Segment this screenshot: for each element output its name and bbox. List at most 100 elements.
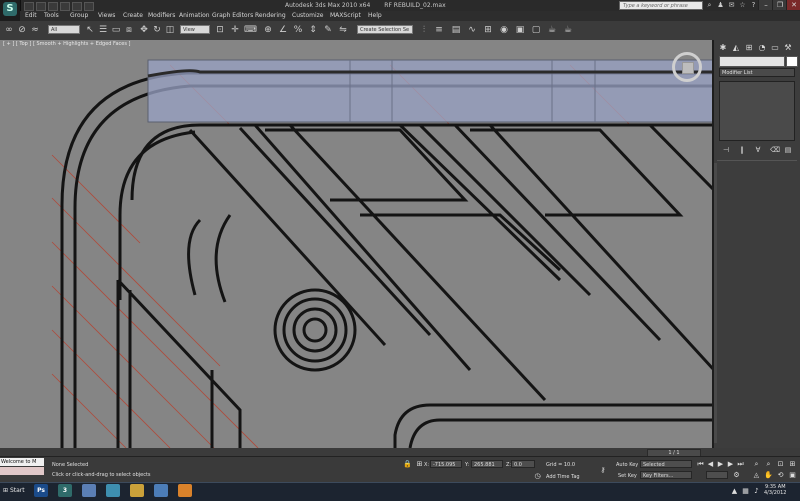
create-tab-icon[interactable]: ✱ xyxy=(718,43,728,53)
select-rotate-icon[interactable]: ↻ xyxy=(151,24,163,36)
key-filters-button[interactable]: Key Filters... xyxy=(640,471,692,479)
menu-edit[interactable]: Edit xyxy=(25,12,37,19)
close-button[interactable]: ✕ xyxy=(786,0,800,10)
add-time-tag[interactable]: Add Time Tag xyxy=(546,474,580,480)
network-icon[interactable]: ▦ xyxy=(741,487,750,495)
key-mode-dropdown[interactable]: Selected xyxy=(640,460,692,468)
zoom-extents-all-icon[interactable]: ⊞ xyxy=(788,460,797,468)
viewcube-icon[interactable] xyxy=(672,52,702,82)
select-move-icon[interactable]: ✥ xyxy=(138,24,150,36)
select-by-name-icon[interactable]: ☰ xyxy=(97,24,109,36)
mail-icon[interactable] xyxy=(154,484,168,497)
menu-views[interactable]: Views xyxy=(98,12,115,19)
menu-modifiers[interactable]: Modifiers xyxy=(148,12,175,19)
rectangular-selection-icon[interactable]: ▭ xyxy=(110,24,122,36)
reference-coord-dropdown[interactable]: View xyxy=(180,25,210,34)
window-crossing-icon[interactable]: ⧈ xyxy=(123,24,135,36)
zoom-icon[interactable]: ⌕ xyxy=(752,460,761,468)
menu-rendering[interactable]: Rendering xyxy=(255,12,286,19)
transform-type-in-icon[interactable]: ⊞ xyxy=(415,460,424,468)
play-icon[interactable]: ▶ xyxy=(716,460,725,468)
modifier-stack[interactable] xyxy=(719,81,795,141)
menu-customize[interactable]: Customize xyxy=(292,12,324,19)
viewport-label[interactable]: [ + ] [ Top ] [ Smooth + Highlights + Ed… xyxy=(3,41,131,47)
pin-stack-icon[interactable]: ⊣ xyxy=(722,146,730,154)
redo-icon[interactable] xyxy=(72,2,82,11)
pivot-center-icon[interactable]: ⊡ xyxy=(214,24,226,36)
utilities-tab-icon[interactable]: ⚒ xyxy=(783,43,793,53)
open-file-icon[interactable] xyxy=(36,2,46,11)
orbit-icon[interactable]: ⟲ xyxy=(776,471,785,479)
edit-named-selection-icon[interactable]: ✎ xyxy=(322,24,334,36)
menu-help[interactable]: Help xyxy=(368,12,382,19)
object-name-field[interactable] xyxy=(719,56,785,67)
modify-tab-icon[interactable]: ◭ xyxy=(731,43,741,53)
menu-graph-editors[interactable]: Graph Editors xyxy=(212,12,253,19)
zoom-all-icon[interactable]: ⌕ xyxy=(764,460,773,468)
snaps-toggle-icon[interactable]: ⊕ xyxy=(262,24,274,36)
start-button[interactable]: ⊞ Start xyxy=(0,483,30,499)
field-of-view-icon[interactable]: ◬ xyxy=(752,471,761,479)
time-tag-icon[interactable]: ◷ xyxy=(533,472,542,480)
new-file-icon[interactable] xyxy=(24,2,34,11)
undo-icon[interactable] xyxy=(60,2,70,11)
selection-filter-dropdown[interactable]: All xyxy=(48,25,80,34)
menu-create[interactable]: Create xyxy=(123,12,143,19)
3ds-max-icon[interactable]: 3 xyxy=(58,484,72,497)
remove-modifier-icon[interactable]: ⌫ xyxy=(770,146,780,154)
show-end-result-icon[interactable]: ‖ xyxy=(738,146,746,154)
align-icon[interactable]: ⫶ xyxy=(418,24,430,36)
link-icon[interactable]: ∞ xyxy=(3,24,15,36)
make-unique-icon[interactable]: ∀ xyxy=(754,146,762,154)
project-folder-icon[interactable] xyxy=(84,2,94,11)
panel-scrollbar[interactable] xyxy=(714,163,717,443)
motion-tab-icon[interactable]: ◔ xyxy=(757,43,767,53)
curve-editor-icon[interactable]: ∿ xyxy=(466,24,478,36)
maximize-viewport-icon[interactable]: ▣ xyxy=(788,471,797,479)
folder-icon[interactable] xyxy=(130,484,144,497)
auto-key-button[interactable]: Auto Key xyxy=(616,462,638,468)
schematic-view-icon[interactable]: ⊞ xyxy=(482,24,494,36)
photoshop-icon[interactable]: Ps xyxy=(34,484,48,497)
tray-up-arrow-icon[interactable]: ▲ xyxy=(730,487,739,495)
maxscript-listener[interactable]: Welcome to M xyxy=(0,458,44,466)
viewport-top[interactable]: [ + ] [ Top ] [ Smooth + Highlights + Ed… xyxy=(0,40,714,448)
y-coordinate-field[interactable]: 265.881 xyxy=(471,460,503,468)
system-clock[interactable]: 9:35 AM 4/3/2012 xyxy=(764,484,786,496)
previous-frame-icon[interactable]: ◀ xyxy=(706,460,715,468)
time-configuration-icon[interactable]: ⚙ xyxy=(732,471,741,479)
object-color-swatch[interactable] xyxy=(786,56,798,67)
modifier-list-dropdown[interactable]: Modifier List xyxy=(719,68,795,77)
pan-icon[interactable]: ✋ xyxy=(764,471,773,479)
search-icon[interactable]: ⌕ xyxy=(705,1,714,10)
volume-icon[interactable]: ♪ xyxy=(752,487,761,495)
render-setup-icon[interactable]: ▣ xyxy=(514,24,526,36)
current-frame-field[interactable] xyxy=(706,471,728,479)
key-icon[interactable]: ⚷ xyxy=(597,466,609,474)
percent-snap-icon[interactable]: % xyxy=(292,24,304,36)
hierarchy-tab-icon[interactable]: ⊞ xyxy=(744,43,754,53)
save-file-icon[interactable] xyxy=(48,2,58,11)
media-player-icon[interactable] xyxy=(106,484,120,497)
material-editor-icon[interactable]: ◉ xyxy=(498,24,510,36)
named-selection-dropdown[interactable]: Create Selection Se xyxy=(357,25,413,34)
render-activeshade-icon[interactable]: ☕ xyxy=(562,24,574,36)
keyboard-shortcut-override-icon[interactable]: ⌨ xyxy=(244,24,257,36)
configure-modifier-sets-icon[interactable]: ▤ xyxy=(784,146,792,154)
display-tab-icon[interactable]: ▭ xyxy=(770,43,780,53)
render-production-icon[interactable]: ☕ xyxy=(546,24,558,36)
layer-manager-icon[interactable]: ≡ xyxy=(433,24,445,36)
lock-selection-icon[interactable]: 🔒 xyxy=(403,460,412,468)
minimize-button[interactable]: – xyxy=(758,0,773,10)
communication-icon[interactable]: ✉ xyxy=(727,1,736,10)
spinner-snap-icon[interactable]: ⇕ xyxy=(307,24,319,36)
menu-maxscript[interactable]: MAXScript xyxy=(330,12,361,19)
mirror-icon[interactable]: ⇋ xyxy=(337,24,349,36)
graphite-toolbar-icon[interactable]: ▤ xyxy=(450,24,462,36)
select-scale-icon[interactable]: ◫ xyxy=(164,24,176,36)
next-frame-icon[interactable]: ▶ xyxy=(726,460,735,468)
restore-button[interactable]: ❐ xyxy=(772,0,787,10)
z-coordinate-field[interactable]: 0.0 xyxy=(511,460,535,468)
menu-tools[interactable]: Tools xyxy=(44,12,59,19)
select-manipulate-icon[interactable]: ✛ xyxy=(229,24,241,36)
